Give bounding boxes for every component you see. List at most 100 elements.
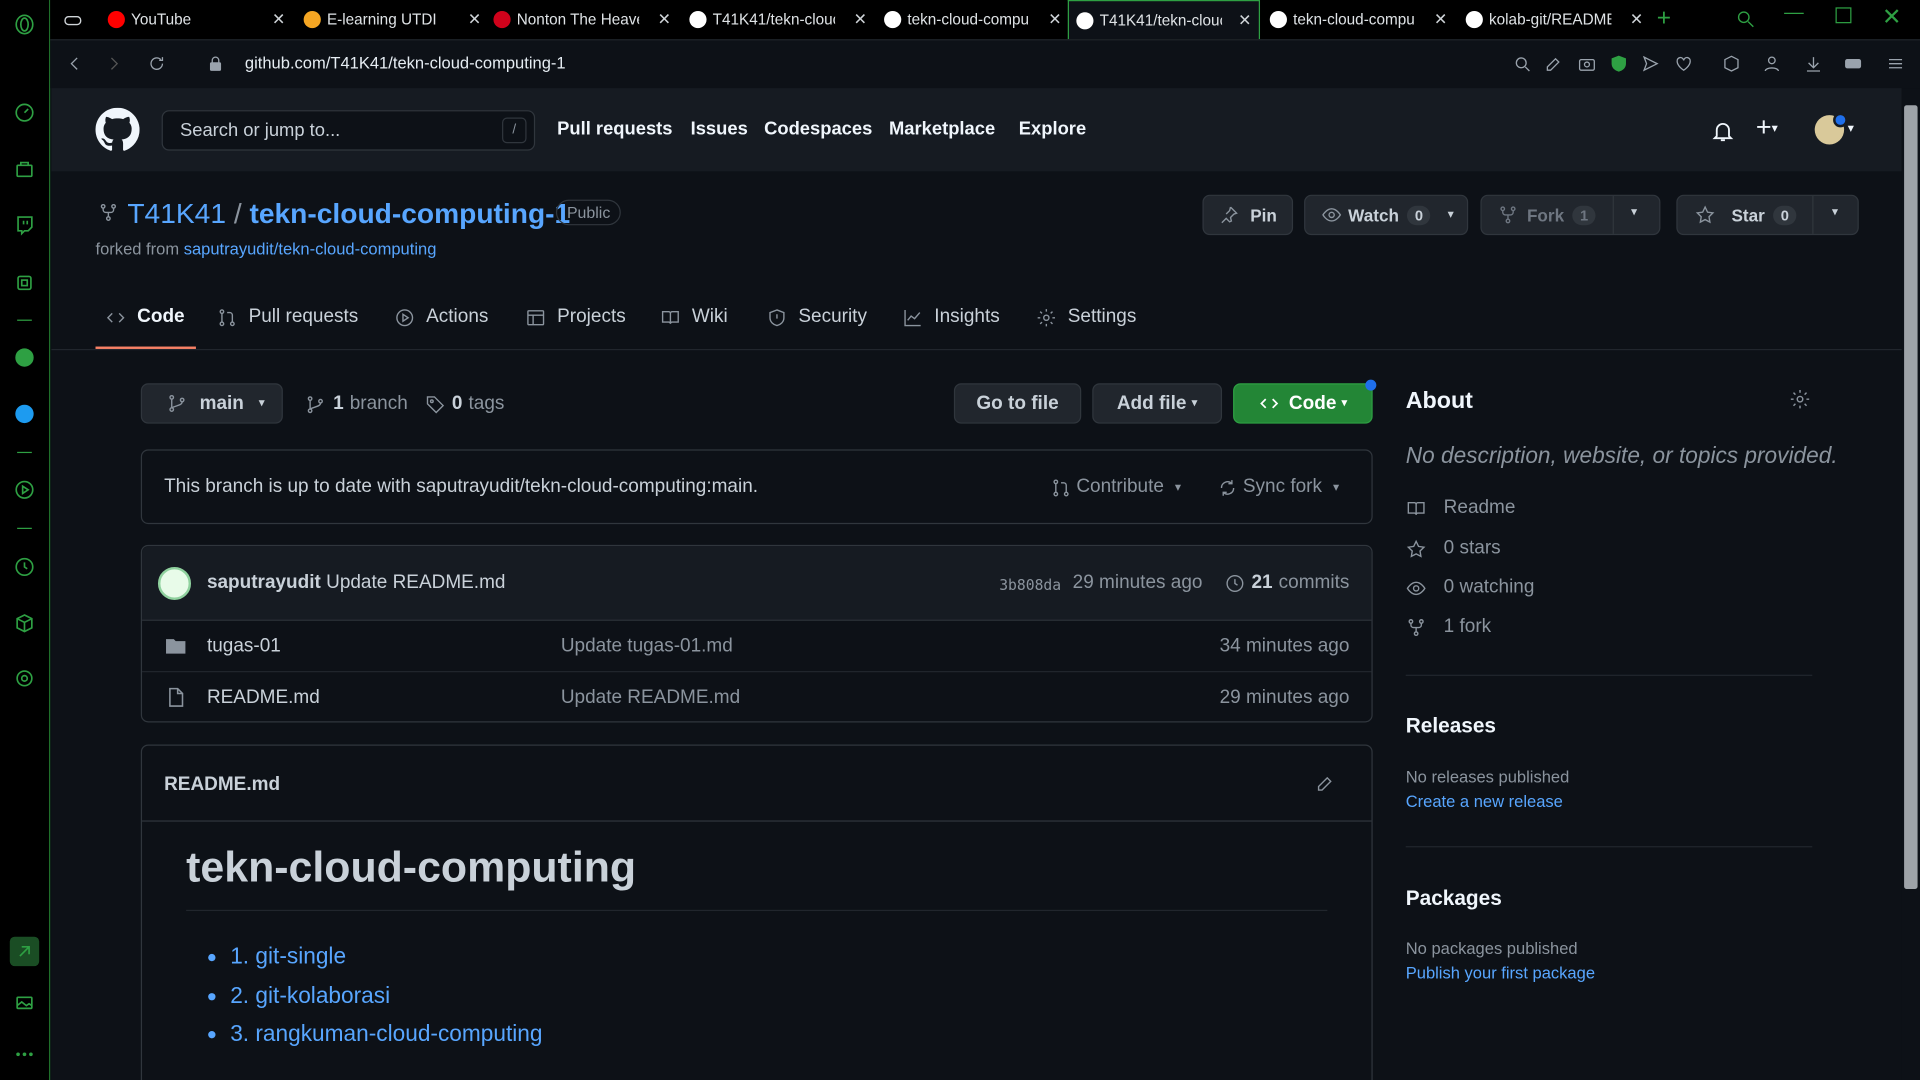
tab-close-icon[interactable]: ✕ bbox=[658, 10, 671, 30]
close-window-icon[interactable]: ✕ bbox=[1882, 4, 1901, 32]
pin-button[interactable]: Pin bbox=[1202, 194, 1294, 236]
repo-name-link[interactable]: tekn-cloud-computing-1 bbox=[249, 197, 570, 229]
branch-select-button[interactable]: main ▾ bbox=[140, 383, 283, 424]
opera-logo-icon[interactable] bbox=[10, 10, 39, 39]
tab-settings[interactable]: Settings bbox=[1036, 306, 1136, 328]
whatsapp-icon[interactable] bbox=[10, 343, 39, 372]
tab-close-icon[interactable]: ✕ bbox=[1434, 10, 1447, 30]
tab-close-icon[interactable]: ✕ bbox=[854, 10, 867, 30]
tab-close-icon[interactable]: ✕ bbox=[468, 10, 481, 30]
back-icon[interactable] bbox=[65, 54, 85, 74]
new-tab-icon[interactable]: + bbox=[1657, 5, 1671, 33]
profile-icon[interactable] bbox=[1762, 54, 1782, 74]
nav-explore[interactable]: Explore bbox=[1019, 119, 1086, 140]
battery-icon[interactable] bbox=[1844, 54, 1864, 74]
readme-link[interactable]: 3. rangkuman-cloud-computing bbox=[230, 1020, 542, 1046]
tab-pull-requests[interactable]: Pull requests bbox=[217, 306, 358, 328]
tab-close-icon[interactable]: ✕ bbox=[1630, 10, 1643, 30]
tags-link[interactable]: 0 tags bbox=[425, 393, 504, 415]
browser-tab[interactable]: tekn-cloud-compu ✕ bbox=[1262, 0, 1454, 38]
player-icon[interactable] bbox=[10, 475, 39, 504]
fork-button[interactable]: Fork 1 ▾ bbox=[1480, 194, 1661, 236]
search-input[interactable]: Search or jump to... / bbox=[161, 110, 536, 151]
settings-icon[interactable] bbox=[10, 664, 39, 693]
readme-link[interactable]: 1. git-single bbox=[230, 943, 346, 969]
about-stars-link[interactable]: 0 stars bbox=[1406, 538, 1501, 560]
box-icon[interactable] bbox=[10, 609, 39, 638]
tab-close-icon[interactable]: ✕ bbox=[1048, 10, 1061, 30]
restore-icon[interactable] bbox=[1835, 7, 1852, 24]
cube-icon[interactable] bbox=[1722, 54, 1742, 74]
speed-dial-icon[interactable] bbox=[10, 98, 39, 127]
readme-link[interactable]: 2. git-kolaborasi bbox=[230, 981, 390, 1007]
nav-pull-requests[interactable]: Pull requests bbox=[557, 119, 672, 140]
commit-message[interactable]: Update README.md bbox=[326, 572, 505, 593]
history-icon[interactable] bbox=[10, 552, 39, 581]
gamepad-icon[interactable] bbox=[62, 10, 83, 37]
about-watching-link[interactable]: 0 watching bbox=[1406, 577, 1534, 599]
browser-tab[interactable]: tekn-cloud-compu ✕ bbox=[877, 0, 1069, 38]
file-commit-message[interactable]: Update README.md bbox=[561, 687, 740, 709]
browser-tab[interactable]: kolab-git/README ✕ bbox=[1458, 0, 1650, 38]
tab-code[interactable]: Code bbox=[105, 306, 185, 328]
github-logo-icon[interactable] bbox=[95, 107, 140, 158]
tab-actions[interactable]: Actions bbox=[394, 306, 488, 328]
browser-tab[interactable]: T41K41/tekn-clouc ✕ bbox=[1067, 0, 1261, 40]
easy-setup-icon[interactable] bbox=[1886, 54, 1906, 74]
extensions-icon[interactable] bbox=[10, 268, 39, 297]
code-button[interactable]: Code ▾ bbox=[1233, 383, 1373, 424]
bell-icon[interactable] bbox=[1711, 119, 1735, 150]
url-text[interactable]: github.com/T41K41/tekn-cloud-computing-1 bbox=[245, 54, 566, 72]
commits-link[interactable]: 21 commits bbox=[1225, 572, 1349, 594]
repo-owner-link[interactable]: T41K41 bbox=[127, 197, 226, 229]
tab-close-icon[interactable]: ✕ bbox=[272, 10, 285, 30]
nav-codespaces[interactable]: Codespaces bbox=[764, 119, 872, 140]
nav-issues[interactable]: Issues bbox=[691, 119, 748, 140]
file-commit-message[interactable]: Update tugas-01.md bbox=[561, 636, 733, 658]
shield-icon[interactable] bbox=[1609, 54, 1629, 74]
forward-icon[interactable] bbox=[104, 54, 124, 74]
browser-tab[interactable]: E-learning UTDI ✕ bbox=[296, 0, 488, 38]
reload-icon[interactable] bbox=[147, 54, 167, 74]
publish-package-link[interactable]: Publish your first package bbox=[1406, 964, 1595, 982]
committer-avatar[interactable] bbox=[157, 566, 192, 601]
contribute-button[interactable]: Contribute ▾ bbox=[1051, 476, 1181, 498]
shopping-icon[interactable] bbox=[10, 154, 39, 183]
browser-tab[interactable]: Nonton The Heave ✕ bbox=[486, 0, 678, 38]
gallery-icon[interactable] bbox=[10, 988, 39, 1017]
about-settings-icon[interactable] bbox=[1789, 388, 1811, 416]
about-forks-link[interactable]: 1 fork bbox=[1406, 616, 1491, 638]
edit-readme-icon[interactable] bbox=[1315, 773, 1336, 800]
add-file-button[interactable]: Add file ▾ bbox=[1092, 383, 1223, 424]
file-row[interactable]: README.md Update README.md 29 minutes ago bbox=[142, 671, 1372, 721]
forked-from-link[interactable]: saputrayudit/tekn-cloud-computing bbox=[184, 240, 437, 258]
readme-filename[interactable]: README.md bbox=[164, 774, 280, 796]
create-new-icon[interactable]: +▾ bbox=[1756, 111, 1778, 143]
tab-security[interactable]: Security bbox=[767, 306, 867, 328]
branches-link[interactable]: 1 branch bbox=[305, 393, 408, 415]
download-icon[interactable] bbox=[1804, 54, 1824, 74]
minimize-icon[interactable]: — bbox=[1784, 2, 1804, 24]
tab-projects[interactable]: Projects bbox=[525, 306, 626, 328]
camera-icon[interactable] bbox=[1577, 54, 1597, 74]
more-icon[interactable] bbox=[10, 1040, 39, 1069]
file-row[interactable]: tugas-01 Update tugas-01.md 34 minutes ago bbox=[142, 621, 1371, 671]
commit-sha[interactable]: 3b808da bbox=[999, 577, 1061, 594]
scrollbar-thumb[interactable] bbox=[1904, 105, 1918, 889]
about-readme-link[interactable]: Readme bbox=[1406, 497, 1515, 519]
heart-icon[interactable] bbox=[1674, 54, 1694, 74]
send-icon[interactable] bbox=[1641, 54, 1661, 74]
browser-tab[interactable]: T41K41/tekn-clouc ✕ bbox=[682, 0, 874, 38]
commit-author[interactable]: saputrayudit bbox=[207, 572, 321, 593]
tab-close-icon[interactable]: ✕ bbox=[1238, 11, 1251, 31]
edit-icon[interactable] bbox=[1544, 54, 1564, 74]
twitter-icon[interactable] bbox=[10, 399, 39, 428]
nav-marketplace[interactable]: Marketplace bbox=[889, 119, 995, 140]
packages-heading[interactable]: Packages bbox=[1406, 887, 1502, 911]
releases-heading[interactable]: Releases bbox=[1406, 714, 1496, 738]
star-button[interactable]: Star 0 ▾ bbox=[1676, 194, 1859, 236]
sync-fork-button[interactable]: Sync fork ▾ bbox=[1217, 476, 1339, 498]
aria-icon[interactable] bbox=[9, 936, 40, 967]
file-name[interactable]: tugas-01 bbox=[207, 636, 281, 658]
twitch-icon[interactable] bbox=[10, 211, 39, 240]
